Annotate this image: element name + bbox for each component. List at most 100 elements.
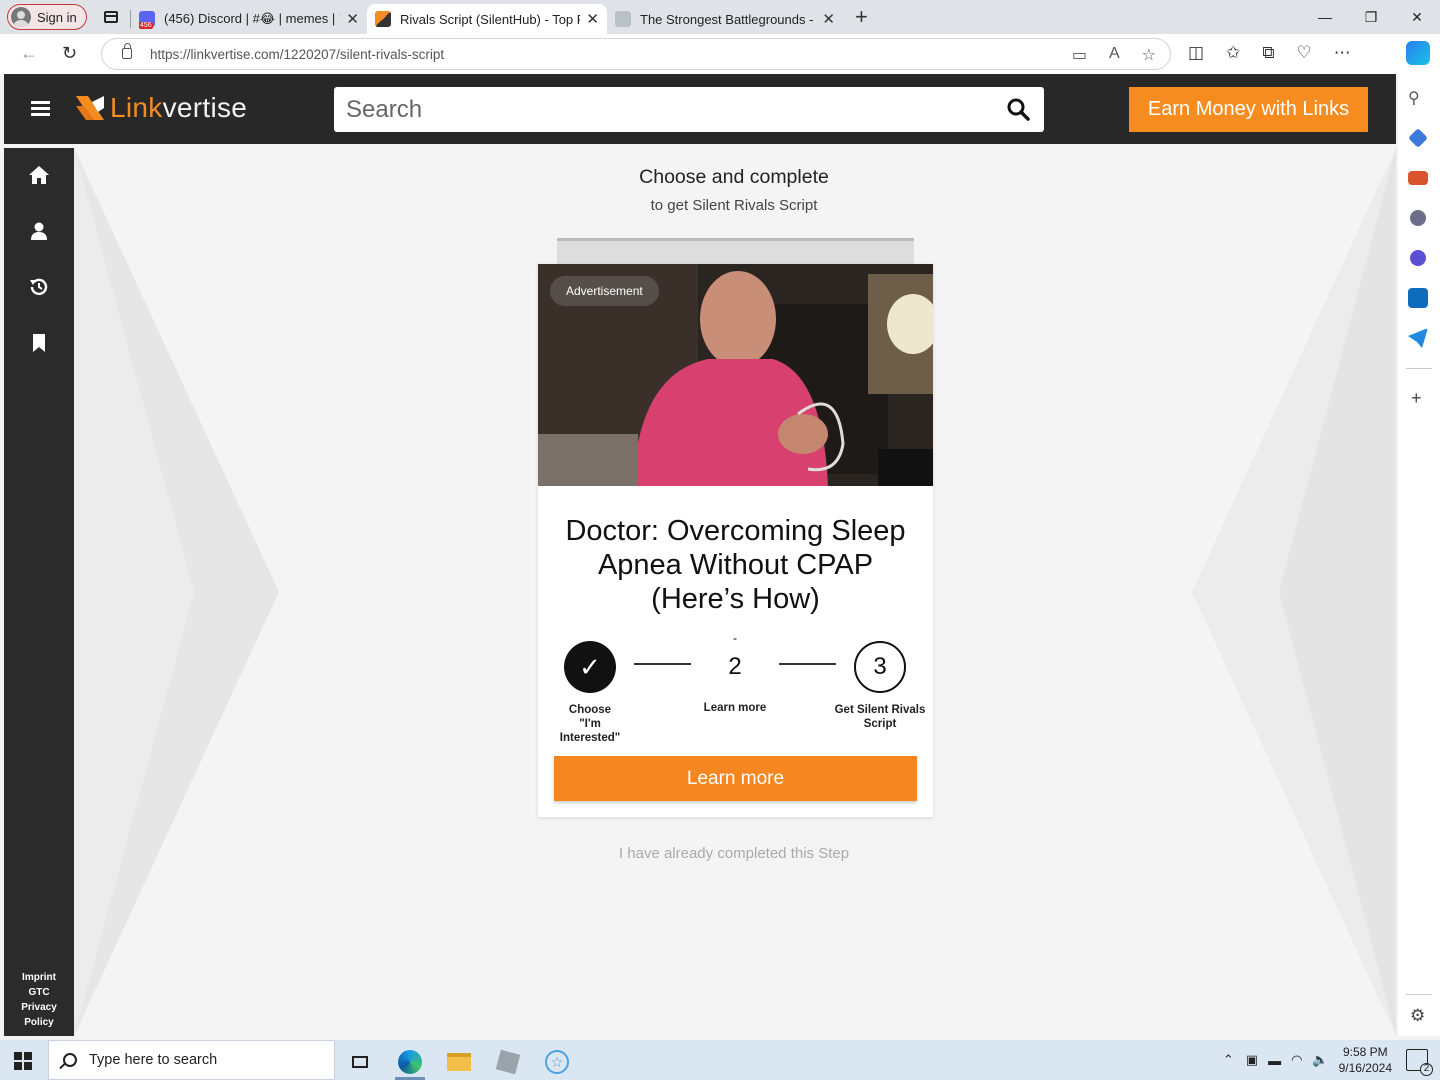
tracking-prevention-icon[interactable]: ▭: [1072, 45, 1087, 65]
search-icon[interactable]: [1006, 97, 1030, 121]
send-icon[interactable]: [1408, 328, 1428, 348]
step-2: - 2 Learn more: [695, 631, 775, 715]
system-clock[interactable]: 9:58 PM 9/16/2024: [1339, 1044, 1392, 1076]
url-path: /1220207/silent-rivals-script: [279, 46, 445, 62]
minimize-button[interactable]: —: [1302, 0, 1348, 34]
advertisement-badge: Advertisement: [550, 276, 659, 306]
close-tab-icon[interactable]: ✕: [822, 10, 835, 28]
edge-sidebar: ⚲ + ⚙: [1398, 74, 1440, 1036]
history-icon[interactable]: [28, 276, 50, 298]
browser-tab-bar: Sign in 456 (456) Discord | #😂 | memes |…: [0, 0, 1440, 34]
privacy-policy-link-line1[interactable]: Privacy: [4, 1000, 74, 1015]
refresh-icon[interactable]: ↻: [62, 43, 77, 64]
legal-links: Imprint GTC Privacy Policy: [4, 970, 74, 1030]
favorites-icon[interactable]: ✩: [1226, 43, 1240, 63]
site-header: Linkvertise Earn Money with Links: [4, 74, 1396, 144]
volume-muted-icon[interactable]: 🔈: [1312, 1052, 1328, 1068]
tab-rivals-script[interactable]: Rivals Script (SilentHub) - Top Rivals ✕: [367, 4, 607, 34]
privacy-policy-link-line2[interactable]: Policy: [4, 1015, 74, 1030]
lock-icon[interactable]: [122, 43, 132, 59]
settings-gear-icon[interactable]: ⚙: [1410, 1006, 1425, 1026]
ad-headline[interactable]: Doctor: Overcoming Sleep Apnea Without C…: [548, 514, 923, 616]
wifi-icon[interactable]: ◠: [1291, 1052, 1302, 1068]
url-text: https://linkvertise.com/1220207/silent-r…: [150, 47, 444, 62]
tab-discord[interactable]: 456 (456) Discord | #😂 | memes | 🏆 ✕: [131, 4, 367, 34]
already-completed-link[interactable]: I have already completed this Step: [534, 845, 934, 862]
system-tray: ⌃ ▣ ▬ ◠ 🔈 9:58 PM 9/16/2024 2: [1223, 1040, 1440, 1080]
outlook-icon[interactable]: [1408, 288, 1428, 308]
tools-briefcase-icon[interactable]: [1408, 171, 1428, 185]
copilot-icon[interactable]: [1406, 41, 1430, 65]
show-hidden-icons-chevron-icon[interactable]: ⌃: [1223, 1052, 1234, 1068]
hamburger-menu-icon[interactable]: [31, 101, 50, 116]
star-app-icon[interactable]: ☆: [534, 1044, 580, 1080]
close-window-button[interactable]: ✕: [1394, 0, 1440, 34]
site-search-bar: [334, 87, 1044, 132]
step-2-marker: -: [733, 631, 737, 645]
restore-button[interactable]: ❐: [1348, 0, 1394, 34]
close-tab-icon[interactable]: ✕: [346, 10, 359, 28]
gtc-link[interactable]: GTC: [4, 985, 74, 1000]
step-3: 3 Get Silent Rivals Script: [830, 641, 930, 731]
url-field[interactable]: https://linkvertise.com/1220207/silent-r…: [101, 38, 1171, 70]
step-3-label: Get Silent Rivals Script: [830, 703, 930, 731]
logo-text-link: Link: [110, 92, 163, 123]
tab-badge: 456: [139, 22, 153, 29]
learn-more-button[interactable]: Learn more: [554, 756, 917, 801]
profile-avatar-icon: [11, 7, 31, 27]
window-controls: — ❐ ✕: [1302, 0, 1440, 34]
task-view-icon[interactable]: [337, 1044, 383, 1080]
advertisement-image[interactable]: Advertisement: [538, 264, 933, 486]
collections-icon[interactable]: ⧉: [1262, 43, 1274, 63]
notification-count: 2: [1420, 1063, 1433, 1076]
close-tab-icon[interactable]: ✕: [586, 10, 599, 28]
windows-start-icon[interactable]: [14, 1052, 32, 1070]
step-3-number: 3: [854, 641, 906, 693]
notifications-icon[interactable]: 2: [1406, 1049, 1433, 1076]
meet-now-icon[interactable]: ▣: [1246, 1052, 1258, 1068]
profile-sign-in-button[interactable]: Sign in: [7, 4, 87, 30]
site-search-input[interactable]: [334, 87, 974, 132]
battery-icon[interactable]: ▬: [1268, 1053, 1281, 1068]
left-sidebar-nav: Imprint GTC Privacy Policy: [4, 148, 74, 1036]
search-icon[interactable]: ⚲: [1408, 88, 1428, 108]
url-actions: ▭ A ☆: [1072, 45, 1156, 65]
tab-strongest-battlegrounds[interactable]: The Strongest Battlegrounds - Roblox ✕: [607, 4, 843, 34]
back-arrow-icon[interactable]: ←: [20, 43, 38, 64]
microsoft-365-icon[interactable]: [1410, 250, 1426, 266]
step-3-label-line1: Get Silent Rivals: [834, 704, 926, 716]
favorite-star-icon[interactable]: ☆: [1142, 45, 1156, 65]
step-2-number: 2: [728, 653, 742, 680]
tab-actions-icon[interactable]: [96, 2, 126, 32]
page-subtitle: to get Silent Rivals Script: [650, 197, 818, 214]
logo-text-vertise: vertise: [162, 92, 248, 123]
imprint-link[interactable]: Imprint: [4, 970, 74, 985]
taskbar-search-box[interactable]: Type here to search: [48, 1040, 335, 1080]
edge-browser-icon[interactable]: [387, 1044, 433, 1080]
step-3-label-line2: Script: [863, 718, 897, 730]
step-1-label-line1: Choose: [568, 704, 612, 716]
web-page: Linkvertise Earn Money with Links Imprin…: [4, 74, 1396, 1036]
file-explorer-icon[interactable]: [436, 1044, 482, 1080]
step-1-label-line2: "I'm Interested": [559, 718, 621, 744]
more-menu-icon[interactable]: ⋯: [1334, 43, 1351, 63]
bookmark-icon[interactable]: [28, 332, 50, 354]
add-sidebar-icon[interactable]: +: [1411, 388, 1422, 409]
taskbar-search-placeholder: Type here to search: [89, 1052, 218, 1068]
home-icon[interactable]: [28, 164, 50, 186]
split-screen-icon[interactable]: ◫: [1188, 43, 1204, 63]
new-tab-button[interactable]: +: [855, 4, 868, 30]
shopping-tag-icon[interactable]: [1408, 128, 1428, 148]
step-1-label: Choose "I'm Interested": [550, 703, 630, 745]
earn-money-button[interactable]: Earn Money with Links: [1129, 87, 1368, 132]
step-connector: [779, 663, 836, 665]
ad-step-card: Advertisement Doctor: Overcoming Sleep A…: [538, 264, 933, 817]
page-title: Choose and complete: [639, 166, 829, 188]
read-aloud-icon[interactable]: A: [1109, 45, 1120, 65]
browser-essentials-icon[interactable]: ♡: [1296, 43, 1311, 63]
user-profile-icon[interactable]: [28, 220, 50, 242]
roblox-icon[interactable]: [485, 1044, 531, 1080]
linkvertise-logo[interactable]: Linkvertise: [74, 92, 247, 124]
page-favicon-icon: [615, 11, 631, 27]
games-icon[interactable]: [1410, 210, 1426, 226]
